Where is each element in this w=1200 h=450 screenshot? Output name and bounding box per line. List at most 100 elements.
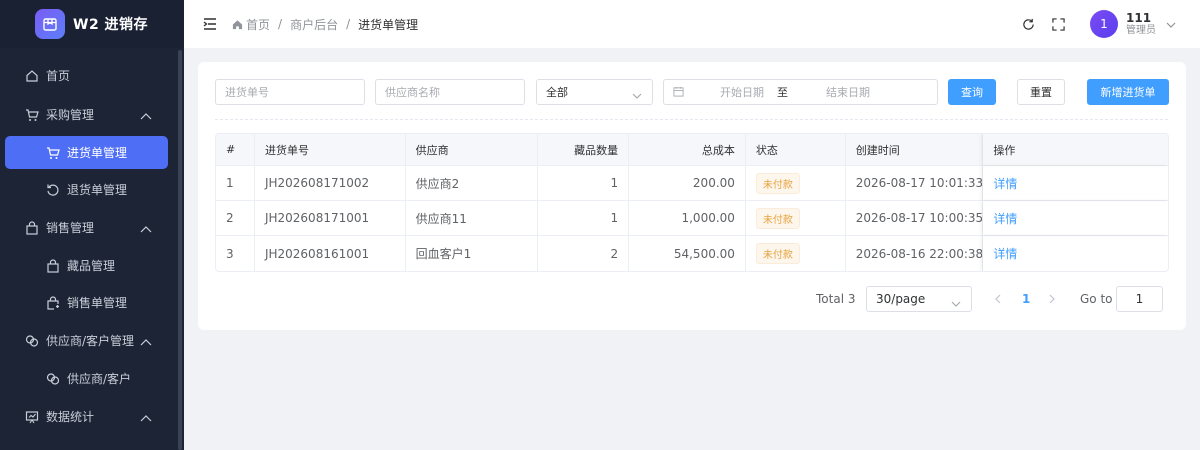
home-icon	[232, 19, 243, 30]
sidebar-item-suppliers[interactable]: 供应商/客户管理	[0, 321, 180, 360]
date-range-separator: 至	[777, 86, 788, 99]
sidebar-item-statistics[interactable]: 数据统计	[0, 397, 180, 436]
created-time: 2026-08-16 22:00:38	[846, 236, 984, 271]
menu-fold-icon[interactable]	[202, 16, 218, 32]
header-actions: 1 111 管理员	[1006, 0, 1176, 48]
actions-cell: 详情	[983, 201, 1168, 235]
breadcrumb-home[interactable]: 首页	[246, 16, 270, 33]
divider	[215, 119, 1168, 120]
fullscreen-icon[interactable]	[1050, 16, 1066, 32]
status-select[interactable]: 全部	[536, 79, 653, 105]
supplier-name-input[interactable]: 供应商名称	[375, 79, 525, 105]
avatar[interactable]: 1	[1090, 10, 1118, 38]
breadcrumb-separator: /	[278, 17, 283, 31]
purchase-orders-table: # 进货单号 供应商 藏品数量 总成本 状态 创建时间 操作 1 JH20260…	[215, 133, 1169, 272]
table-row: 1 JH202608171002 供应商2 1 200.00 未付款 2026-…	[216, 166, 1168, 201]
refresh-icon[interactable]	[1020, 16, 1036, 32]
brand[interactable]: W2 进销存	[0, 0, 184, 48]
row-index: 3	[216, 236, 255, 271]
sidebar-item-return-orders[interactable]: 退货单管理	[0, 171, 180, 208]
created-time: 2026-08-17 10:00:35	[846, 201, 984, 235]
sidebar-item-label: 藏品管理	[67, 259, 116, 273]
created-time: 2026-08-17 10:01:33	[846, 166, 984, 200]
end-date-input[interactable]: 结束日期	[826, 84, 870, 100]
status-cell: 未付款	[746, 166, 846, 200]
column-header: #	[216, 134, 255, 165]
order-number: JH202608171002	[255, 166, 406, 200]
user-info[interactable]: 111 管理员	[1126, 10, 1156, 37]
sidebar-item-label: 销售单管理	[67, 296, 128, 310]
sidebar-item-purchase-orders[interactable]: 进货单管理	[5, 136, 168, 169]
sidebar: W2 进销存 首页 采购管理 进货单管理 退货单管理 销售管理 藏品管理 销售单…	[0, 0, 184, 450]
user-role: 管理员	[1126, 25, 1156, 37]
calendar-icon	[673, 86, 685, 98]
chevron-up-icon	[140, 222, 152, 236]
page-number-current[interactable]: 1	[1022, 286, 1030, 312]
cart-icon	[24, 107, 40, 123]
sidebar-item-label: 供应商/客户	[67, 372, 132, 386]
sidebar-item-home[interactable]: 首页	[0, 56, 180, 95]
sidebar-item-label: 首页	[46, 69, 71, 83]
total-cost: 54,500.00	[629, 236, 746, 271]
next-page-icon[interactable]	[1049, 286, 1056, 312]
detail-link[interactable]: 详情	[993, 210, 1017, 227]
bag-icon	[45, 258, 61, 274]
order-no-input[interactable]: 进货单号	[215, 79, 365, 105]
status-badge: 未付款	[755, 207, 800, 229]
status-badge: 未付款	[755, 172, 800, 194]
sidebar-item-sales[interactable]: 销售管理	[0, 208, 180, 247]
table-header: # 进货单号 供应商 藏品数量 总成本 状态 创建时间 操作	[216, 134, 1168, 166]
goto-label: Go to	[1080, 292, 1113, 306]
sidebar-item-purchase[interactable]: 采购管理	[0, 95, 180, 134]
chevron-down-icon	[632, 89, 642, 102]
add-purchase-order-button[interactable]: 新增进货单	[1087, 79, 1169, 105]
chevron-down-icon	[951, 296, 961, 310]
sidebar-item-supplier-customer[interactable]: 供应商/客户	[0, 360, 180, 397]
order-number: JH202608161001	[255, 236, 406, 271]
prev-page-icon[interactable]	[994, 286, 1001, 312]
sidebar-item-collections[interactable]: 藏品管理	[0, 247, 180, 284]
start-date-input[interactable]: 开始日期	[720, 84, 764, 100]
filter-bar: 进货单号 供应商名称 全部 开始日期 至 结束日期 查询 重置 新增进货单	[215, 79, 1175, 105]
sidebar-item-label: 供应商/客户管理	[46, 334, 135, 348]
status-select-value: 全部	[546, 86, 568, 99]
query-button[interactable]: 查询	[948, 79, 996, 105]
content-card: 进货单号 供应商名称 全部 开始日期 至 结束日期 查询 重置 新增进货单 # …	[198, 62, 1186, 330]
user-name: 111	[1126, 10, 1152, 25]
breadcrumb-separator: /	[346, 17, 351, 31]
actions-cell: 详情	[983, 166, 1168, 200]
detail-link[interactable]: 详情	[993, 175, 1017, 192]
supplier-name: 供应商11	[406, 201, 539, 235]
sidebar-item-label: 采购管理	[46, 108, 95, 122]
bag-edit-icon	[45, 295, 61, 311]
chevron-down-icon[interactable]	[1166, 17, 1176, 31]
column-header: 进货单号	[255, 134, 406, 165]
sidebar-item-sales-orders[interactable]: 销售单管理	[0, 284, 180, 321]
column-header: 总成本	[629, 134, 746, 165]
total-cost: 1,000.00	[629, 201, 746, 235]
total-cost: 200.00	[629, 166, 746, 200]
goto-page-input[interactable]: 1	[1116, 286, 1163, 312]
item-quantity: 1	[538, 201, 630, 235]
row-index: 2	[216, 201, 255, 235]
breadcrumb-merchant[interactable]: 商户后台	[290, 16, 338, 33]
header: 首页 / 商户后台 / 进货单管理 1 111 管理员	[184, 0, 1200, 48]
supplier-name: 供应商2	[406, 166, 539, 200]
date-range-picker[interactable]: 开始日期 至 结束日期	[663, 79, 938, 105]
chevron-up-icon	[140, 109, 152, 123]
sidebar-item-label: 数据统计	[46, 410, 95, 424]
link-icon	[45, 371, 61, 387]
sidebar-scrollbar[interactable]	[178, 50, 182, 450]
page-size-select[interactable]: 30/page	[866, 286, 972, 312]
sidebar-item-label: 退货单管理	[67, 183, 128, 197]
reset-button[interactable]: 重置	[1017, 79, 1065, 105]
status-cell: 未付款	[746, 236, 846, 271]
row-index: 1	[216, 166, 255, 200]
bag-icon	[24, 220, 40, 236]
chevron-up-icon	[140, 335, 152, 349]
pagination-total: Total 3	[816, 292, 856, 306]
return-icon	[45, 182, 61, 198]
sidebar-item-label: 销售管理	[46, 221, 95, 235]
detail-link[interactable]: 详情	[993, 245, 1017, 262]
column-header: 操作	[983, 134, 1168, 165]
